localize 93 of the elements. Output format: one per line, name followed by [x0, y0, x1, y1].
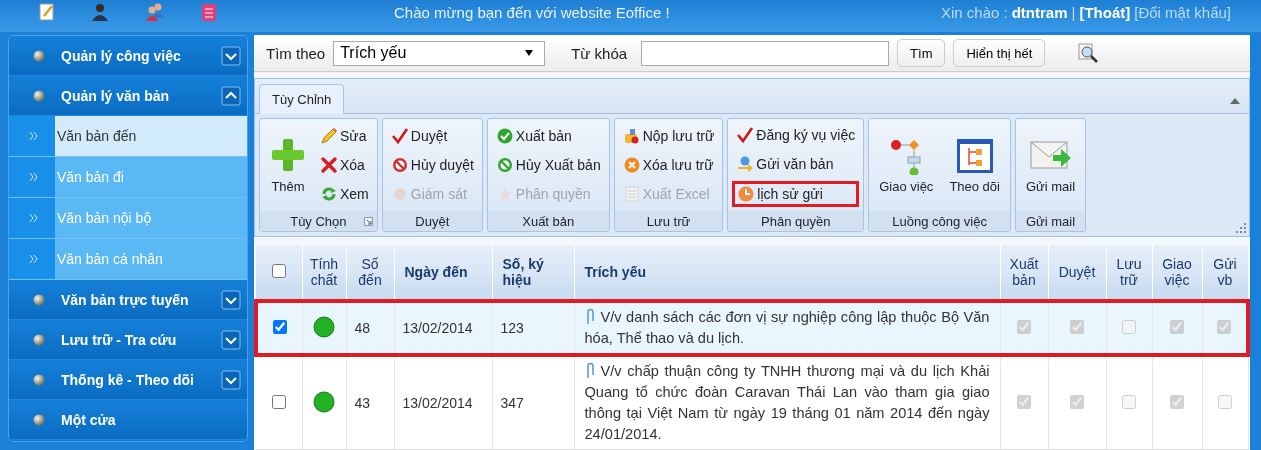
- note-icon[interactable]: [38, 2, 56, 22]
- menu-group[interactable]: Quản lý văn bản: [9, 76, 247, 116]
- group-title: Tùy Chọn: [290, 213, 347, 229]
- spreadsheet-icon: [622, 185, 641, 204]
- pencil-icon: [320, 126, 338, 145]
- menu-group[interactable]: Thống kê - Theo dõi: [9, 360, 247, 400]
- double-chevron-icon: [29, 254, 39, 264]
- users-icon[interactable]: [144, 2, 166, 22]
- group-title: Luồng công việc: [892, 213, 987, 229]
- keyword-label: Từ khóa: [571, 44, 628, 62]
- abstract-text[interactable]: V/v chấp thuận công ty TNHH thương mại và du lịch Khải Quang tổ chức đoàn Caravan Thái Lan vào tham gia giao thông tại Việt Nam từ ngày 19 tháng 01 năm 2014 đến ngày 24/01/2014.: [584, 361, 990, 445]
- double-chevron-icon: [29, 172, 39, 182]
- magnifier-icon[interactable]: [1077, 42, 1100, 64]
- search-by-label: Tìm theo: [266, 44, 326, 62]
- group-title: Gửi mail: [1025, 213, 1076, 229]
- ribbon-button[interactable]: Sửa: [316, 123, 373, 148]
- row-checkbox[interactable]: [271, 394, 286, 409]
- ribbon-button[interactable]: Gửi văn bản: [732, 152, 860, 176]
- group-title: Duyệt: [415, 213, 450, 229]
- ribbon-button[interactable]: Xem: [316, 182, 373, 207]
- greeting-text: Xin chào :: [941, 4, 1008, 21]
- ribbon-button[interactable]: Theo dõi: [943, 121, 1006, 209]
- search-button[interactable]: Tìm: [897, 39, 946, 67]
- bullet-icon: [33, 293, 45, 306]
- username: dtntram: [1011, 4, 1068, 21]
- bullet-icon: [33, 89, 45, 102]
- ban-icon: [390, 156, 409, 174]
- keyword-field[interactable]: [641, 40, 890, 66]
- bullet-icon: [33, 333, 45, 346]
- check-icon: [390, 126, 409, 145]
- ribbon-button[interactable]: Xóa lưu trữ: [618, 153, 719, 177]
- user-arrow-icon: [736, 155, 755, 173]
- launcher-icon[interactable]: [363, 216, 373, 226]
- group-title: Xuất bản: [522, 213, 575, 229]
- check-circle-icon: [495, 126, 514, 145]
- logout-link[interactable]: [Thoát]: [1079, 4, 1131, 21]
- x-circle-icon: [622, 156, 641, 174]
- ribbon-button[interactable]: Hủy duyệt: [386, 153, 478, 177]
- group-title: Lưu trữ: [646, 213, 691, 229]
- welcome-text: Chào mừng bạn đến với website Eoffice !: [394, 4, 670, 21]
- cross-icon: [320, 156, 338, 174]
- row-checkbox[interactable]: [272, 319, 287, 334]
- ribbon-button[interactable]: Hủy Xuất bản: [491, 153, 605, 177]
- chevron-down-icon[interactable]: [221, 329, 241, 350]
- ribbon-button[interactable]: Xóa: [316, 153, 373, 177]
- refresh-icon: [320, 185, 338, 204]
- double-chevron-icon: [29, 213, 39, 223]
- paperclip-icon: [584, 362, 595, 380]
- clock-icon: [737, 184, 756, 203]
- chevron-down-icon[interactable]: [221, 289, 241, 310]
- resize-grip-icon[interactable]: [1235, 222, 1247, 234]
- ribbon-button[interactable]: Duyệt: [386, 123, 478, 148]
- chevron-down-icon[interactable]: [221, 369, 241, 390]
- ribbon-button[interactable]: lịch sử gửi: [732, 180, 860, 207]
- table-row[interactable]: 43 13/02/2014 347 V/v chấp thuận công ty TNHH thương mại và du lịch Khải Quang tổ chức đoàn Caravan Thái Lan vào tham gia giao thông tại Việt Nam từ ngày 19 tháng 01 năm 2014 đến ngày 24/01/2014.: [256, 355, 1248, 450]
- bullet-icon: [33, 49, 45, 62]
- menu-group[interactable]: Một cửa: [9, 400, 247, 440]
- collapse-caret-icon[interactable]: [1229, 97, 1241, 105]
- table-cell: 13/02/2014: [402, 320, 473, 336]
- paperclip-icon: [584, 308, 595, 326]
- table-cell: 48: [354, 320, 371, 336]
- ribbon-button[interactable]: Nộp lưu trữ: [618, 123, 719, 148]
- chevron-down-icon[interactable]: [221, 45, 241, 66]
- ribbon-button[interactable]: Xuất bản: [491, 123, 605, 148]
- check-icon: [736, 126, 755, 145]
- select-all-checkbox[interactable]: [271, 263, 286, 278]
- search-button[interactable]: Hiển thị hết: [953, 39, 1046, 67]
- table-cell: 123: [500, 320, 524, 336]
- ribbon-button[interactable]: Thêm: [264, 121, 312, 209]
- submenu-item[interactable]: Văn bản đến: [55, 116, 247, 156]
- ribbon-button[interactable]: Gửi mail: [1019, 121, 1082, 209]
- menu-group[interactable]: Lưu trữ - Tra cứu: [9, 320, 247, 360]
- table-cell: 347: [500, 395, 524, 411]
- chevron-up-icon[interactable]: [221, 85, 241, 106]
- box-icon: [622, 126, 641, 145]
- ribbon-button[interactable]: Đăng ký vụ việc: [732, 123, 860, 148]
- person-icon[interactable]: [90, 2, 110, 22]
- ribbon-tab[interactable]: Tùy Chỉnh: [259, 84, 345, 114]
- caret-down-icon: [524, 49, 535, 57]
- tree-window-icon: [954, 136, 995, 175]
- bullet-icon: [33, 373, 45, 386]
- separator-text: |: [1071, 4, 1076, 21]
- table-row[interactable]: 48 13/02/2014 123 V/v danh sách các đơn vị sự nghiệp công lập thuộc Bộ Văn hóa, Thể thao và du lịch.: [256, 301, 1248, 355]
- group-title: Phân quyền: [761, 213, 831, 229]
- ban-icon: [495, 156, 514, 174]
- bullet-icon: [33, 413, 45, 426]
- table-cell: 13/02/2014: [402, 395, 473, 411]
- menu-group[interactable]: Văn bản trực tuyến: [9, 280, 247, 320]
- menu-group[interactable]: Quản lý công việc: [9, 36, 247, 76]
- table-cell: 43: [354, 395, 371, 411]
- ribbon-button[interactable]: Giao việc: [873, 121, 940, 209]
- double-chevron-icon: [29, 131, 39, 141]
- search-by-select[interactable]: Trích yếu: [333, 40, 546, 66]
